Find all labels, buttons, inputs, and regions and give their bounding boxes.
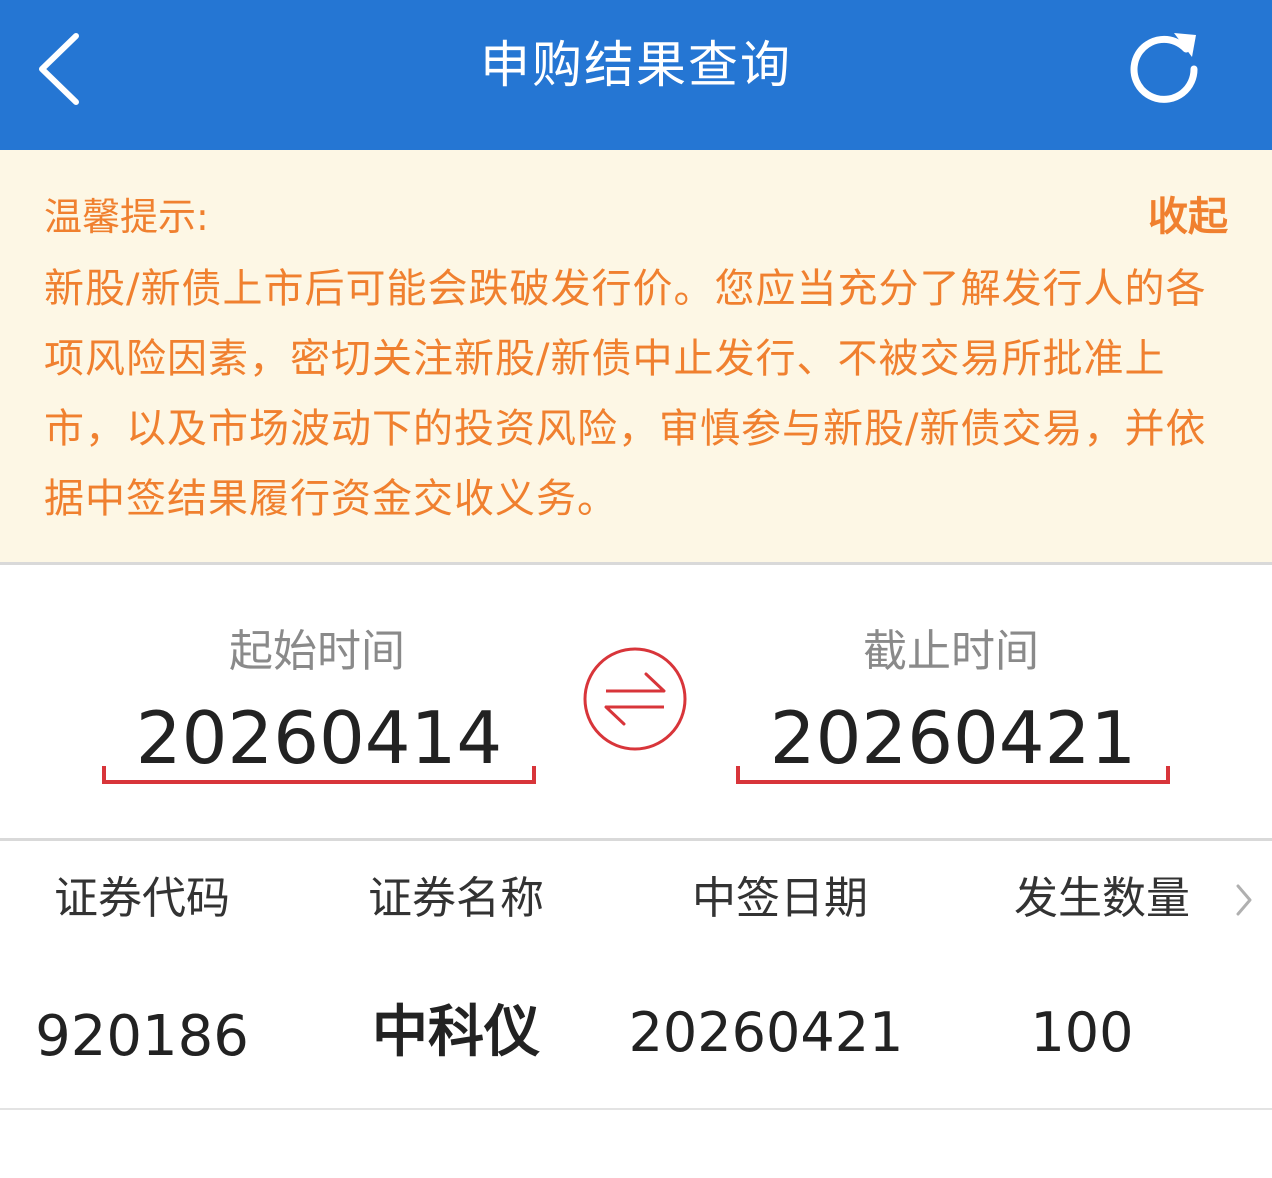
start-date-label: 起始时间 — [229, 626, 405, 677]
divider — [0, 562, 1272, 565]
notice-body: 新股/新债上市后可能会跌破发行价。您应当充分了解发行人的各项风险因素，密切关注新… — [44, 266, 1207, 522]
column-header-name: 证券名称 — [368, 873, 544, 924]
page-title: 申购结果查询 — [480, 36, 792, 94]
chevron-right-icon[interactable] — [1232, 880, 1256, 920]
end-date-label: 截止时间 — [863, 626, 1039, 677]
cell-date: 20260421 — [628, 1001, 904, 1064]
row-divider — [0, 1108, 1272, 1110]
cell-name: 中科仪 — [372, 1000, 540, 1065]
cell-quantity: 100 — [1030, 1001, 1134, 1064]
refresh-icon[interactable] — [1122, 25, 1206, 109]
end-date-underline — [736, 766, 1170, 784]
column-header-code: 证券代码 — [54, 873, 230, 924]
start-date-underline — [102, 766, 536, 784]
swap-arrows-icon[interactable] — [582, 646, 688, 752]
divider — [0, 838, 1272, 841]
column-header-date: 中签日期 — [692, 873, 868, 924]
column-header-quantity: 发生数量 — [1014, 873, 1190, 924]
collapse-button[interactable]: 收起 — [1148, 192, 1228, 242]
notice-title: 温馨提示: — [44, 195, 209, 239]
cell-code: 920186 — [35, 1004, 249, 1069]
app-header: 申购结果查询 — [0, 0, 1272, 150]
